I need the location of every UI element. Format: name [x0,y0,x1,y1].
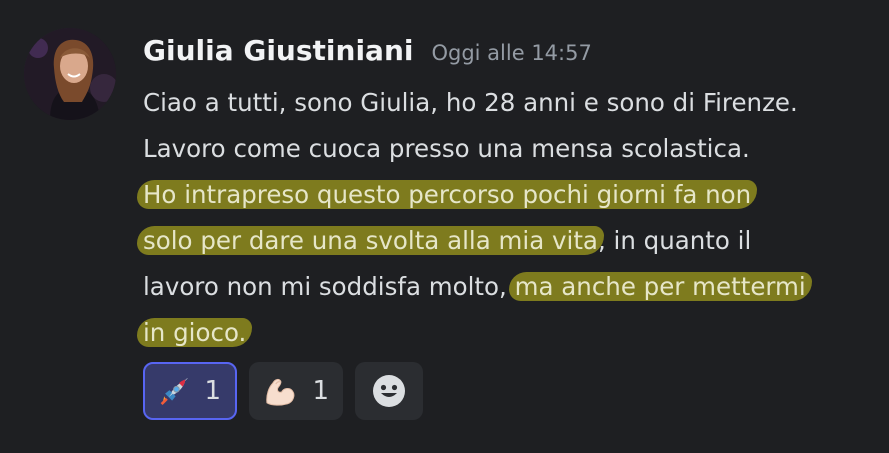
rocket-icon [160,377,188,406]
highlighted-text: Ho intrapreso questo percorso pochi gior… [137,180,758,209]
highlighted-text: ma anche per mettermi [508,272,812,301]
highlighted-text: solo per dare una svolta alla mia vita [137,226,604,255]
message-line: Ho intrapreso questo percorso pochi gior… [137,172,878,218]
reaction-count: 1 [204,376,221,406]
smiley-add-reaction-icon [373,375,405,407]
message-line: Lavoro come cuoca presso una mensa scola… [143,126,878,172]
timestamp[interactable]: Oggi alle 14:57 [431,41,591,65]
reaction-flexed-biceps[interactable]: 1 [249,362,343,420]
avatar[interactable] [24,28,116,120]
message-content: Ciao a tutti, sono Giulia, ho 28 anni e … [137,80,878,356]
message-line: Ciao a tutti, sono Giulia, ho 28 anni e … [143,80,878,126]
message-line: in gioco. [137,310,878,356]
reaction-count: 1 [312,376,329,406]
avatar-portrait-icon [24,28,116,120]
message-line: solo per dare una svolta alla mia vita, … [137,218,878,264]
message-text: , in quanto il [597,226,752,255]
message-text: Lavoro come cuoca presso una mensa scola… [143,134,750,163]
reaction-rocket[interactable]: 1 [143,362,237,420]
highlighted-text: in gioco. [137,318,253,347]
message-text: lavoro non mi soddisfa molto, [143,272,515,301]
message-text: Ciao a tutti, sono Giulia, ho 28 anni e … [143,88,798,117]
reactions-bar: 1 1 [143,362,423,420]
message-line: lavoro non mi soddisfa molto, ma anche p… [143,264,878,310]
message-header: Giulia Giustiniani Oggi alle 14:57 [143,34,592,67]
add-reaction-button[interactable] [355,362,423,420]
username[interactable]: Giulia Giustiniani [143,34,413,67]
flexed-biceps-icon [266,378,295,406]
